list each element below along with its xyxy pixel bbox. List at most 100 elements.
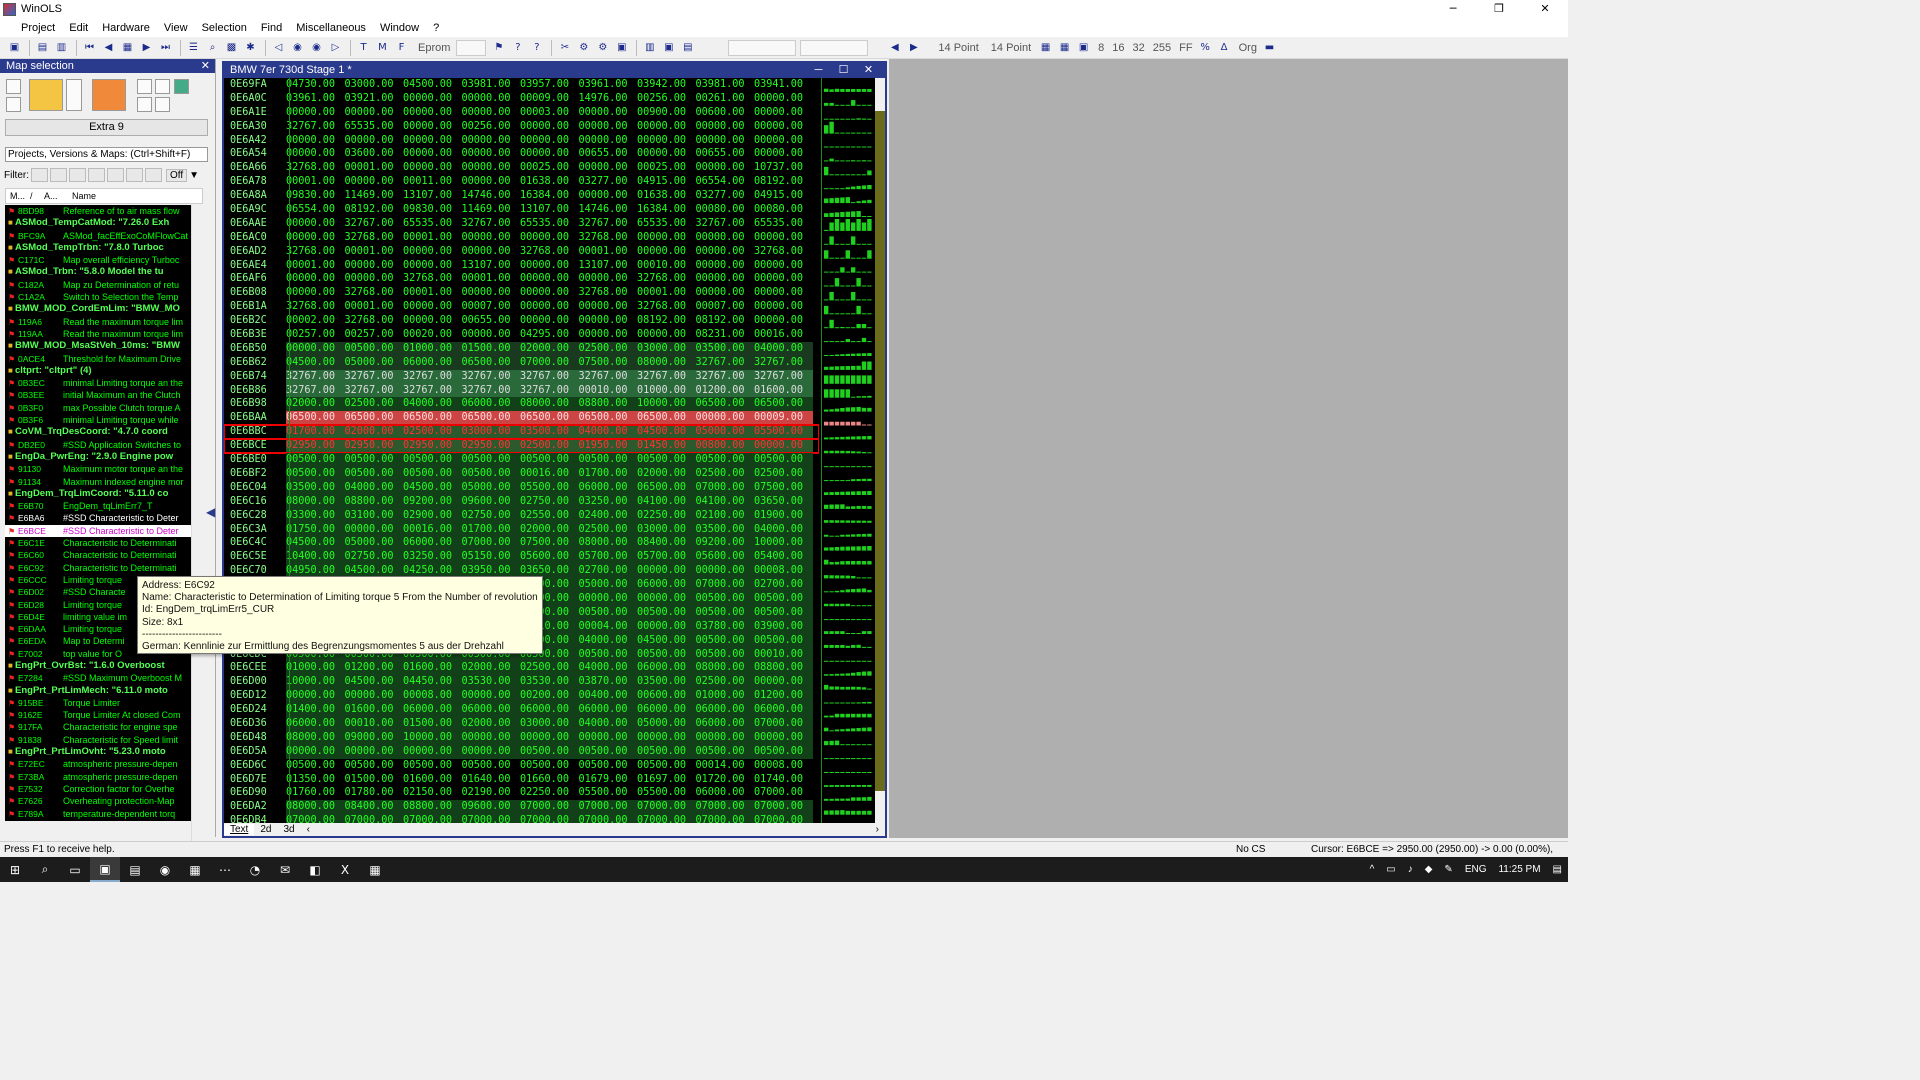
hex-value-cell[interactable]: 00000.00 <box>579 300 638 314</box>
hex-value-cell[interactable]: 00000.00 <box>286 217 345 231</box>
hex-data-table[interactable]: 0E69FA 04730.00 03000.00 04500.00 03981.00 03… <box>224 78 819 823</box>
hex-value-cell[interactable]: 01950.00 <box>578 439 637 454</box>
hex-value-cell[interactable]: 00500.00 <box>695 744 754 759</box>
hex-value-cell[interactable]: 00000.00 <box>403 147 462 161</box>
scroll-right-icon[interactable]: › <box>870 824 885 835</box>
hex-value-cell[interactable]: 00000.00 <box>286 106 345 120</box>
hex-value-cell[interactable]: 01697.00 <box>637 773 696 787</box>
extra-button[interactable]: Extra 9 <box>5 119 208 136</box>
hex-value-cell[interactable]: 00008.00 <box>403 689 462 704</box>
hex-value-cell[interactable]: 00500.00 <box>403 466 462 481</box>
hex-value-cell[interactable]: 08000.00 <box>286 730 345 745</box>
hex-value-cell[interactable]: 03500.00 <box>695 341 754 356</box>
hex-value-cell[interactable]: 00000.00 <box>345 106 404 120</box>
hex-value-cell[interactable]: 32767.00 <box>286 369 345 384</box>
map-list-item[interactable]: ⚑ E6B70 EngDem_tqLimErr7_T <box>5 500 191 512</box>
hex-value-cell[interactable]: 00000.00 <box>637 730 696 745</box>
hex-value-cell[interactable]: 02700.00 <box>578 564 637 579</box>
hex-value-cell[interactable]: 00000.00 <box>754 272 813 286</box>
hex-value-cell[interactable]: 00000.00 <box>462 134 521 148</box>
hex-value-cell[interactable]: 07000.00 <box>695 814 754 823</box>
menu-find[interactable]: Find <box>254 22 289 34</box>
map-tool3-icon[interactable] <box>137 97 152 112</box>
map-group[interactable]: ■ BMW_MOD_CordEmLim: "BMW_MO <box>5 303 191 315</box>
hex-value-cell[interactable]: 00000.00 <box>579 134 638 148</box>
hex-value-cell[interactable]: 00000.00 <box>462 286 521 300</box>
hex-value-cell[interactable]: 03250.00 <box>403 550 462 565</box>
hex-value-cell[interactable]: 00000.00 <box>578 591 637 606</box>
hex-value-cell[interactable]: 03500.00 <box>520 425 579 440</box>
map-list-item[interactable]: ⚑ E7284 #SSD Maximum Overboost M <box>5 672 191 684</box>
hex-value-cell[interactable]: 00001.00 <box>345 161 404 175</box>
hex-value-cell[interactable]: 04000.00 <box>344 480 403 495</box>
pen-icon[interactable]: ✎ <box>1438 864 1458 875</box>
hex-value-cell[interactable]: 32767.00 <box>286 383 345 398</box>
map-group[interactable]: ■ EngPrt_OvrBst: "1.6.0 Overboost <box>5 660 191 672</box>
hex-value-cell[interactable]: 00500.00 <box>637 744 696 759</box>
hex-value-cell[interactable]: 00000.00 <box>696 161 755 175</box>
original-button[interactable]: Org <box>1239 42 1257 54</box>
tray-chevron-icon[interactable]: ^ <box>1364 864 1381 875</box>
menu-help[interactable]: ? <box>426 22 446 34</box>
hex-value-cell[interactable]: 09200.00 <box>403 494 462 509</box>
col-name[interactable]: Name <box>68 191 96 201</box>
map-list-item[interactable]: ⚑ 119AA Read the maximum torque lim <box>5 328 191 340</box>
hex-value-cell[interactable]: 32768.00 <box>345 286 404 300</box>
hex-value-cell[interactable]: 00655.00 <box>696 147 755 161</box>
hex-value-cell[interactable]: 00500.00 <box>520 759 579 773</box>
hex-value-cell[interactable]: 00000.00 <box>462 231 521 245</box>
hex-value-cell[interactable]: 00014.00 <box>696 759 755 773</box>
zoom-255[interactable]: 255 <box>1153 42 1171 54</box>
hex-value-cell[interactable]: 00000.00 <box>579 328 638 342</box>
hex-value-cell[interactable]: 00000.00 <box>696 272 755 286</box>
hex-value-cell[interactable]: 00008.00 <box>754 759 813 773</box>
hex-value-cell[interactable]: 00500.00 <box>345 759 404 773</box>
hex-value-cell[interactable]: 00500.00 <box>286 466 345 481</box>
hex-value-cell[interactable]: 02250.00 <box>637 508 696 523</box>
zoom-ff[interactable]: FF <box>1179 42 1192 54</box>
hex-value-cell[interactable]: 03500.00 <box>695 522 754 537</box>
hex-value-cell[interactable]: 04000.00 <box>754 341 813 356</box>
hex-value-cell[interactable]: 01900.00 <box>754 508 813 523</box>
hex-value-cell[interactable]: 06000.00 <box>578 703 637 717</box>
hex-value-cell[interactable]: 00016.00 <box>754 328 813 342</box>
map-list-item[interactable]: ⚑ 0B3EC minimal Limiting torque an the <box>5 377 191 389</box>
hex-value-cell[interactable]: 32767.00 <box>520 383 579 398</box>
hex-value-cell[interactable]: 04000.00 <box>578 661 637 676</box>
back-icon[interactable]: ◁ <box>270 40 287 56</box>
hex-value-cell[interactable]: 16384.00 <box>520 189 579 203</box>
map-group[interactable]: ■ ASMod_TempTrbn: "7.8.0 Turboc <box>5 242 191 254</box>
hex-value-cell[interactable]: 01000.00 <box>286 661 345 676</box>
hex-value-cell[interactable]: 05700.00 <box>637 550 696 565</box>
hex-value-cell[interactable]: 11469.00 <box>462 203 521 217</box>
view2-icon[interactable]: ▦ <box>1056 40 1073 56</box>
hex-value-cell[interactable]: 08400.00 <box>344 800 403 815</box>
hex-value-cell[interactable]: 00500.00 <box>461 466 520 481</box>
hex-value-cell[interactable]: 07000.00 <box>520 814 579 823</box>
hex-value-cell[interactable]: 00000.00 <box>345 134 404 148</box>
map-list-item[interactable]: ⚑ 0B3F6 minimal Limiting torque while <box>5 414 191 426</box>
hex-value-cell[interactable]: 32768.00 <box>403 272 462 286</box>
hex-value-cell[interactable]: 06000.00 <box>286 716 345 731</box>
map-list-item[interactable]: ⚑ C171C Map overall efficiency Turboc <box>5 254 191 266</box>
map-list-item[interactable]: ⚑ E7626 Overheating protection-Map <box>5 795 191 807</box>
hex-value-cell[interactable]: 03530.00 <box>461 675 520 690</box>
hex-value-cell[interactable]: 32768.00 <box>286 161 345 175</box>
hex-value-cell[interactable]: 00000.00 <box>754 134 813 148</box>
hex-value-cell[interactable]: 32767.00 <box>520 369 579 384</box>
hex-value-cell[interactable]: 00000.00 <box>403 259 462 273</box>
hex-value-cell[interactable]: 00000.00 <box>520 300 579 314</box>
hex-value-cell[interactable]: 65535.00 <box>754 217 813 231</box>
map-group[interactable]: ■ EngPrt_PrtLimOvht: "5.23.0 moto <box>5 746 191 758</box>
hex-value-cell[interactable]: 04450.00 <box>403 675 462 690</box>
hex-value-cell[interactable]: 07000.00 <box>695 578 754 592</box>
hex-value-cell[interactable]: 00000.00 <box>345 175 404 189</box>
filter-btn-2[interactable] <box>50 168 67 182</box>
hex-value-cell[interactable]: 00000.00 <box>754 120 813 134</box>
hex-value-cell[interactable]: 00000.00 <box>462 245 521 259</box>
filter-off-button[interactable]: Off <box>166 168 188 182</box>
map-list-item[interactable]: ⚑ 91838 Characteristic for Speed limit <box>5 734 191 746</box>
map-group[interactable]: ■ ASMod_TempCatMod: "7.26.0 Exh <box>5 217 191 229</box>
mail-icon[interactable]: ✉ <box>270 857 300 882</box>
hex-value-cell[interactable]: 02500.00 <box>344 397 403 412</box>
